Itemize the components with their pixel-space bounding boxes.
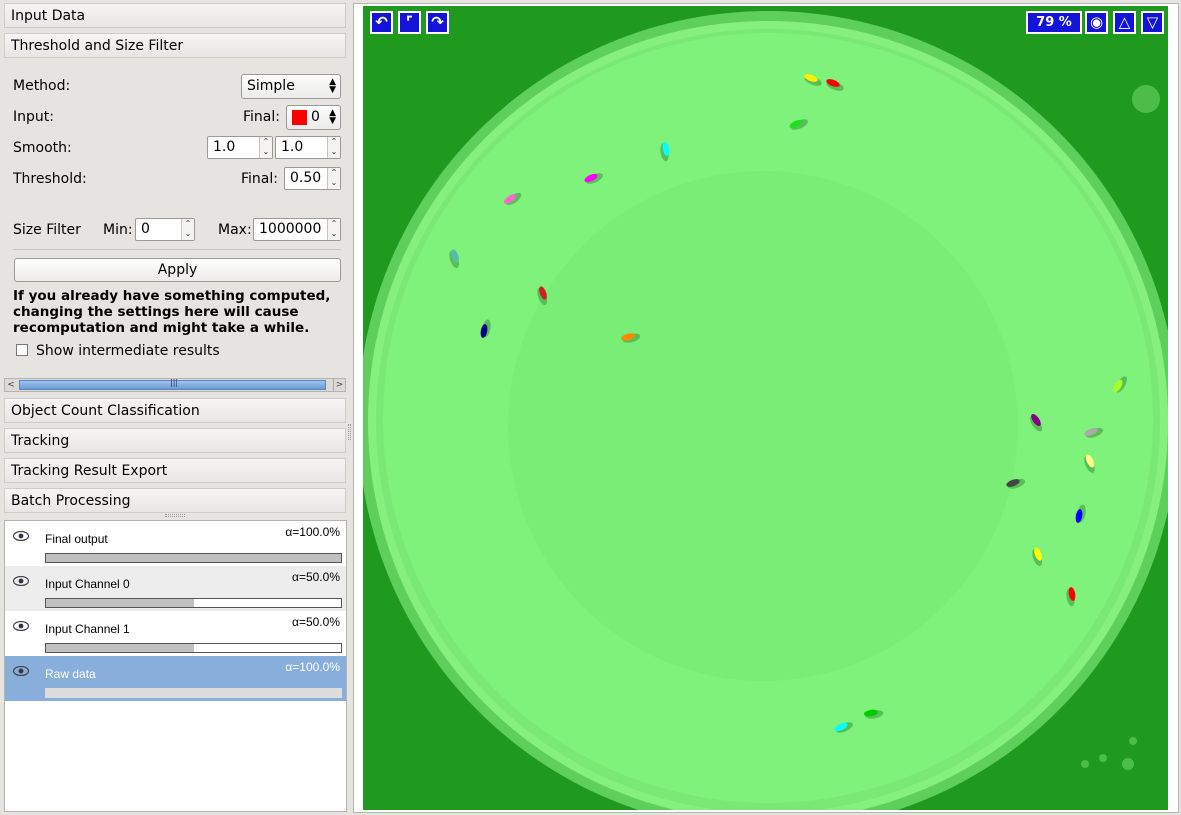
- threshold-value: 0.50: [290, 170, 322, 186]
- updown-arrows-icon: ▲ ▼: [329, 108, 336, 126]
- layer-name: Input Channel 0: [45, 577, 130, 591]
- apply-button[interactable]: Apply: [14, 258, 341, 282]
- method-label: Method:: [13, 78, 71, 94]
- layer-list: Final output α=100.0% Input Channel 0 α=…: [4, 520, 347, 812]
- opacity-fill: [46, 599, 194, 607]
- max-label: Max:: [218, 222, 252, 238]
- zoom-level[interactable]: 79 %: [1026, 11, 1082, 34]
- input-label: Input:: [13, 109, 54, 125]
- opacity-fill: [46, 554, 341, 562]
- size-filter-label: Size Filter: [13, 222, 81, 238]
- opacity-slider[interactable]: [45, 598, 342, 608]
- image-viewer[interactable]: ↶ ⌜ ↷ 79 % ◉ △ ▽: [353, 3, 1179, 813]
- eye-icon[interactable]: [13, 576, 29, 586]
- vertical-splitter-handle[interactable]: [348, 424, 351, 440]
- up-triangle-icon[interactable]: △: [1113, 11, 1136, 34]
- layer-name: Raw data: [45, 667, 96, 681]
- smooth-label: Smooth:: [13, 140, 72, 156]
- recompute-warning: If you already have something computed, …: [13, 288, 331, 336]
- spin-arrows-icon[interactable]: ⌃ ⌄: [327, 168, 340, 189]
- show-intermediate-label: Show intermediate results: [36, 343, 220, 359]
- spin-arrows-icon[interactable]: ⌃ ⌄: [327, 219, 340, 240]
- section-object-count[interactable]: Object Count Classification: [4, 398, 346, 423]
- camera-icon[interactable]: ◉: [1085, 11, 1108, 34]
- down-triangle-icon[interactable]: ▽: [1141, 11, 1164, 34]
- method-select[interactable]: Simple ▲ ▼: [241, 74, 341, 99]
- max-value: 1000000: [259, 221, 322, 237]
- threshold-label: Threshold:: [13, 171, 87, 187]
- final-channel-value: 0: [311, 109, 320, 125]
- max-size-spinbox[interactable]: 1000000 ⌃ ⌄: [253, 218, 341, 241]
- scroll-left-icon[interactable]: <: [5, 379, 17, 391]
- threshold-spinbox[interactable]: 0.50 ⌃ ⌄: [284, 167, 341, 190]
- divider: [13, 249, 341, 250]
- layer-row[interactable]: Raw data α=100.0%: [5, 656, 346, 701]
- min-label: Min:: [103, 222, 133, 238]
- eye-icon[interactable]: [13, 531, 29, 541]
- smooth-y-value: 1.0: [281, 139, 304, 155]
- image-canvas[interactable]: ↶ ⌜ ↷ 79 % ◉ △ ▽: [363, 6, 1168, 810]
- eye-icon[interactable]: [13, 621, 29, 631]
- opacity-slider[interactable]: [45, 553, 342, 563]
- section-threshold[interactable]: Threshold and Size Filter: [4, 33, 346, 58]
- opacity-slider[interactable]: [45, 688, 342, 698]
- section-input-data[interactable]: Input Data: [4, 3, 346, 28]
- smooth-x-value: 1.0: [213, 139, 236, 155]
- fit-icon[interactable]: ⌜: [398, 11, 421, 34]
- splitter-handle[interactable]: [165, 514, 185, 517]
- layer-opacity: α=100.0%: [285, 660, 340, 674]
- method-value: Simple: [247, 78, 295, 94]
- show-intermediate-checkbox[interactable]: [16, 344, 28, 356]
- opacity-fill: [46, 644, 194, 652]
- layer-name: Input Channel 1: [45, 622, 130, 636]
- scroll-right-icon[interactable]: >: [333, 379, 345, 391]
- layer-name: Final output: [45, 532, 108, 546]
- undo-icon[interactable]: ↶: [370, 11, 393, 34]
- layer-row[interactable]: Input Channel 0 α=50.0%: [5, 566, 346, 611]
- threshold-final-label: Final:: [241, 171, 278, 187]
- layer-opacity: α=100.0%: [285, 525, 340, 539]
- eye-icon[interactable]: [13, 666, 29, 676]
- applet-panel: Input Data Threshold and Size Filter Met…: [0, 0, 350, 815]
- threshold-settings: Method: Simple ▲ ▼ Input: Final: 0 ▲ ▼ Smo…: [4, 60, 346, 378]
- final-color-swatch: [292, 110, 307, 125]
- section-export[interactable]: Tracking Result Export: [4, 458, 346, 483]
- section-tracking[interactable]: Tracking: [4, 428, 346, 453]
- section-batch[interactable]: Batch Processing: [4, 488, 346, 513]
- spin-arrows-icon[interactable]: ⌃ ⌄: [327, 137, 340, 158]
- grip-icon: |||: [170, 378, 179, 387]
- min-value: 0: [141, 221, 150, 237]
- layer-row[interactable]: Input Channel 1 α=50.0%: [5, 611, 346, 656]
- opacity-fill: [46, 689, 341, 697]
- layer-opacity: α=50.0%: [292, 615, 340, 629]
- updown-arrows-icon: ▲ ▼: [329, 77, 336, 95]
- smooth-y-spinbox[interactable]: 1.0 ⌃ ⌄: [275, 136, 341, 159]
- redo-icon[interactable]: ↷: [426, 11, 449, 34]
- final-label: Final:: [243, 109, 280, 125]
- layer-opacity: α=50.0%: [292, 570, 340, 584]
- smooth-x-spinbox[interactable]: 1.0 ⌃ ⌄: [207, 136, 273, 159]
- spin-arrows-icon[interactable]: ⌃ ⌄: [181, 219, 194, 240]
- horizontal-scrollbar[interactable]: < ||| >: [4, 378, 346, 392]
- min-size-spinbox[interactable]: 0 ⌃ ⌄: [135, 218, 195, 241]
- spin-arrows-icon[interactable]: ⌃ ⌄: [259, 137, 272, 158]
- opacity-slider[interactable]: [45, 643, 342, 653]
- final-channel-select[interactable]: 0 ▲ ▼: [286, 105, 341, 130]
- scrollbar-thumb[interactable]: |||: [19, 378, 326, 390]
- petri-dish-image: [363, 6, 1168, 810]
- layer-row[interactable]: Final output α=100.0%: [5, 521, 346, 566]
